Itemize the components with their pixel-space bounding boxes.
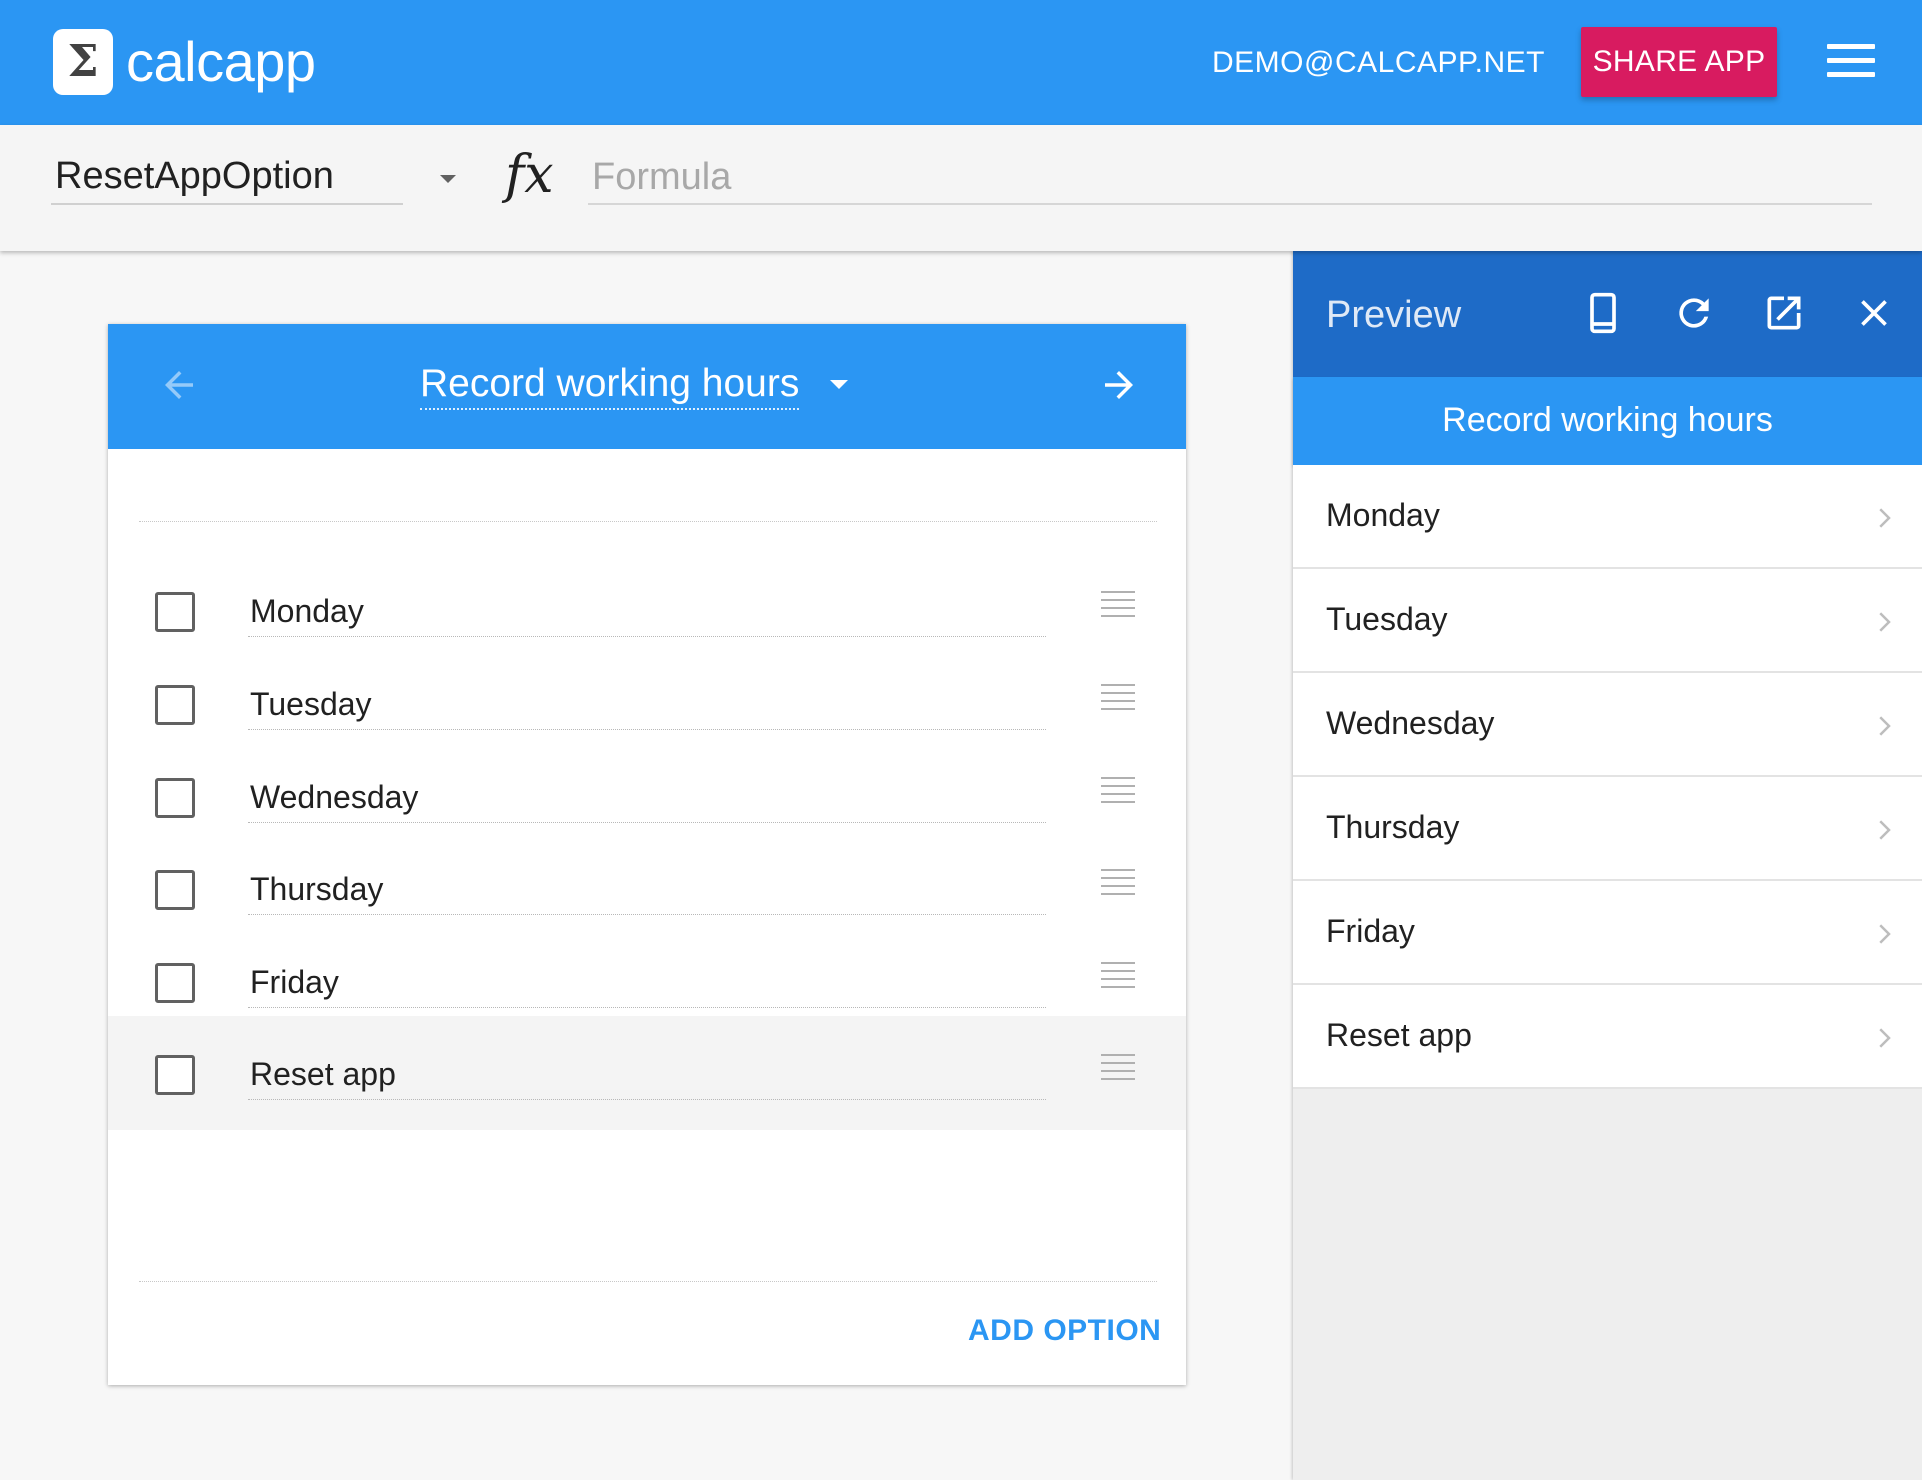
preview-list-item[interactable]: Wednesday	[1293, 673, 1922, 777]
chevron-right-icon	[1879, 508, 1891, 528]
option-checkbox[interactable]	[155, 870, 195, 910]
option-checkbox[interactable]	[155, 1055, 195, 1095]
previous-screen-arrow-icon[interactable]	[158, 364, 200, 406]
refresh-icon[interactable]	[1672, 291, 1716, 335]
chevron-right-icon	[1879, 612, 1891, 632]
share-app-button[interactable]: SHARE APP	[1581, 27, 1777, 97]
preview-panel: Preview Record working hours Monday Tues…	[1293, 251, 1922, 1480]
drag-handle-icon[interactable]	[1101, 869, 1135, 895]
preview-item-label: Monday	[1326, 497, 1440, 533]
account-email[interactable]: DEMO@CALCAPP.NET	[1212, 44, 1545, 82]
drag-handle-icon[interactable]	[1101, 1054, 1135, 1080]
option-label-field[interactable]: Wednesday	[248, 775, 1046, 823]
preview-item-label: Wednesday	[1326, 705, 1495, 741]
option-label-field[interactable]: Monday	[248, 589, 1046, 637]
preview-header: Preview	[1293, 251, 1922, 377]
open-in-new-icon[interactable]	[1762, 291, 1806, 335]
option-checkbox[interactable]	[155, 685, 195, 725]
dropdown-arrow-icon[interactable]	[440, 175, 456, 183]
divider	[139, 1281, 1157, 1282]
screen-title[interactable]: Record working hours	[420, 360, 800, 410]
field-selector[interactable]: ResetAppOption	[51, 151, 403, 205]
chevron-right-icon	[1879, 820, 1891, 840]
option-label-field[interactable]: Reset app	[248, 1052, 1046, 1100]
top-app-bar: Σ calcapp DEMO@CALCAPP.NET SHARE APP	[0, 0, 1922, 125]
divider	[139, 521, 1157, 522]
option-checkbox[interactable]	[155, 963, 195, 1003]
option-row-selected: Reset app	[108, 1016, 1186, 1130]
fx-icon: fx	[505, 145, 554, 205]
drag-handle-icon[interactable]	[1101, 591, 1135, 617]
option-checkbox[interactable]	[155, 778, 195, 818]
calcapp-logo-icon[interactable]: Σ	[53, 29, 113, 95]
add-option-button[interactable]: ADD OPTION	[968, 1314, 1161, 1348]
screen-header: Record working hours	[108, 324, 1186, 449]
drag-handle-icon[interactable]	[1101, 777, 1135, 803]
preview-list-item[interactable]: Monday	[1293, 465, 1922, 569]
option-label-field[interactable]: Tuesday	[248, 682, 1046, 730]
preview-item-label: Reset app	[1326, 1017, 1472, 1053]
screen-dropdown-icon[interactable]	[830, 380, 848, 389]
formula-bar: ResetAppOption fx	[0, 125, 1922, 251]
option-checkbox[interactable]	[155, 592, 195, 632]
next-screen-arrow-icon[interactable]	[1098, 364, 1140, 406]
drag-handle-icon[interactable]	[1101, 962, 1135, 988]
screen-card: Record working hours Monday Tuesday Wedn…	[108, 324, 1186, 1385]
chevron-right-icon	[1879, 924, 1891, 944]
close-icon[interactable]	[1852, 291, 1896, 335]
option-label-field[interactable]: Friday	[248, 960, 1046, 1008]
option-label-field[interactable]: Thursday	[248, 867, 1046, 915]
chevron-right-icon	[1879, 716, 1891, 736]
preview-item-label: Tuesday	[1326, 601, 1448, 637]
chevron-right-icon	[1879, 1028, 1891, 1048]
preview-item-label: Friday	[1326, 913, 1415, 949]
brand-name[interactable]: calcapp	[126, 24, 316, 100]
preview-list-item[interactable]: Thursday	[1293, 777, 1922, 881]
preview-item-label: Thursday	[1326, 809, 1460, 845]
sigma-icon: Σ	[67, 36, 99, 87]
preview-list-item[interactable]: Friday	[1293, 881, 1922, 985]
drag-handle-icon[interactable]	[1101, 684, 1135, 710]
phone-icon[interactable]	[1581, 291, 1625, 335]
hamburger-menu-icon[interactable]	[1827, 44, 1875, 78]
preview-title: Preview	[1326, 294, 1462, 336]
formula-input[interactable]	[588, 151, 1872, 205]
preview-screen-title: Record working hours	[1442, 401, 1773, 439]
preview-screen-header: Record working hours	[1293, 377, 1922, 465]
editor-area: Record working hours Monday Tuesday Wedn…	[0, 251, 1293, 1480]
preview-list-item[interactable]: Reset app	[1293, 985, 1922, 1089]
preview-list-item[interactable]: Tuesday	[1293, 569, 1922, 673]
